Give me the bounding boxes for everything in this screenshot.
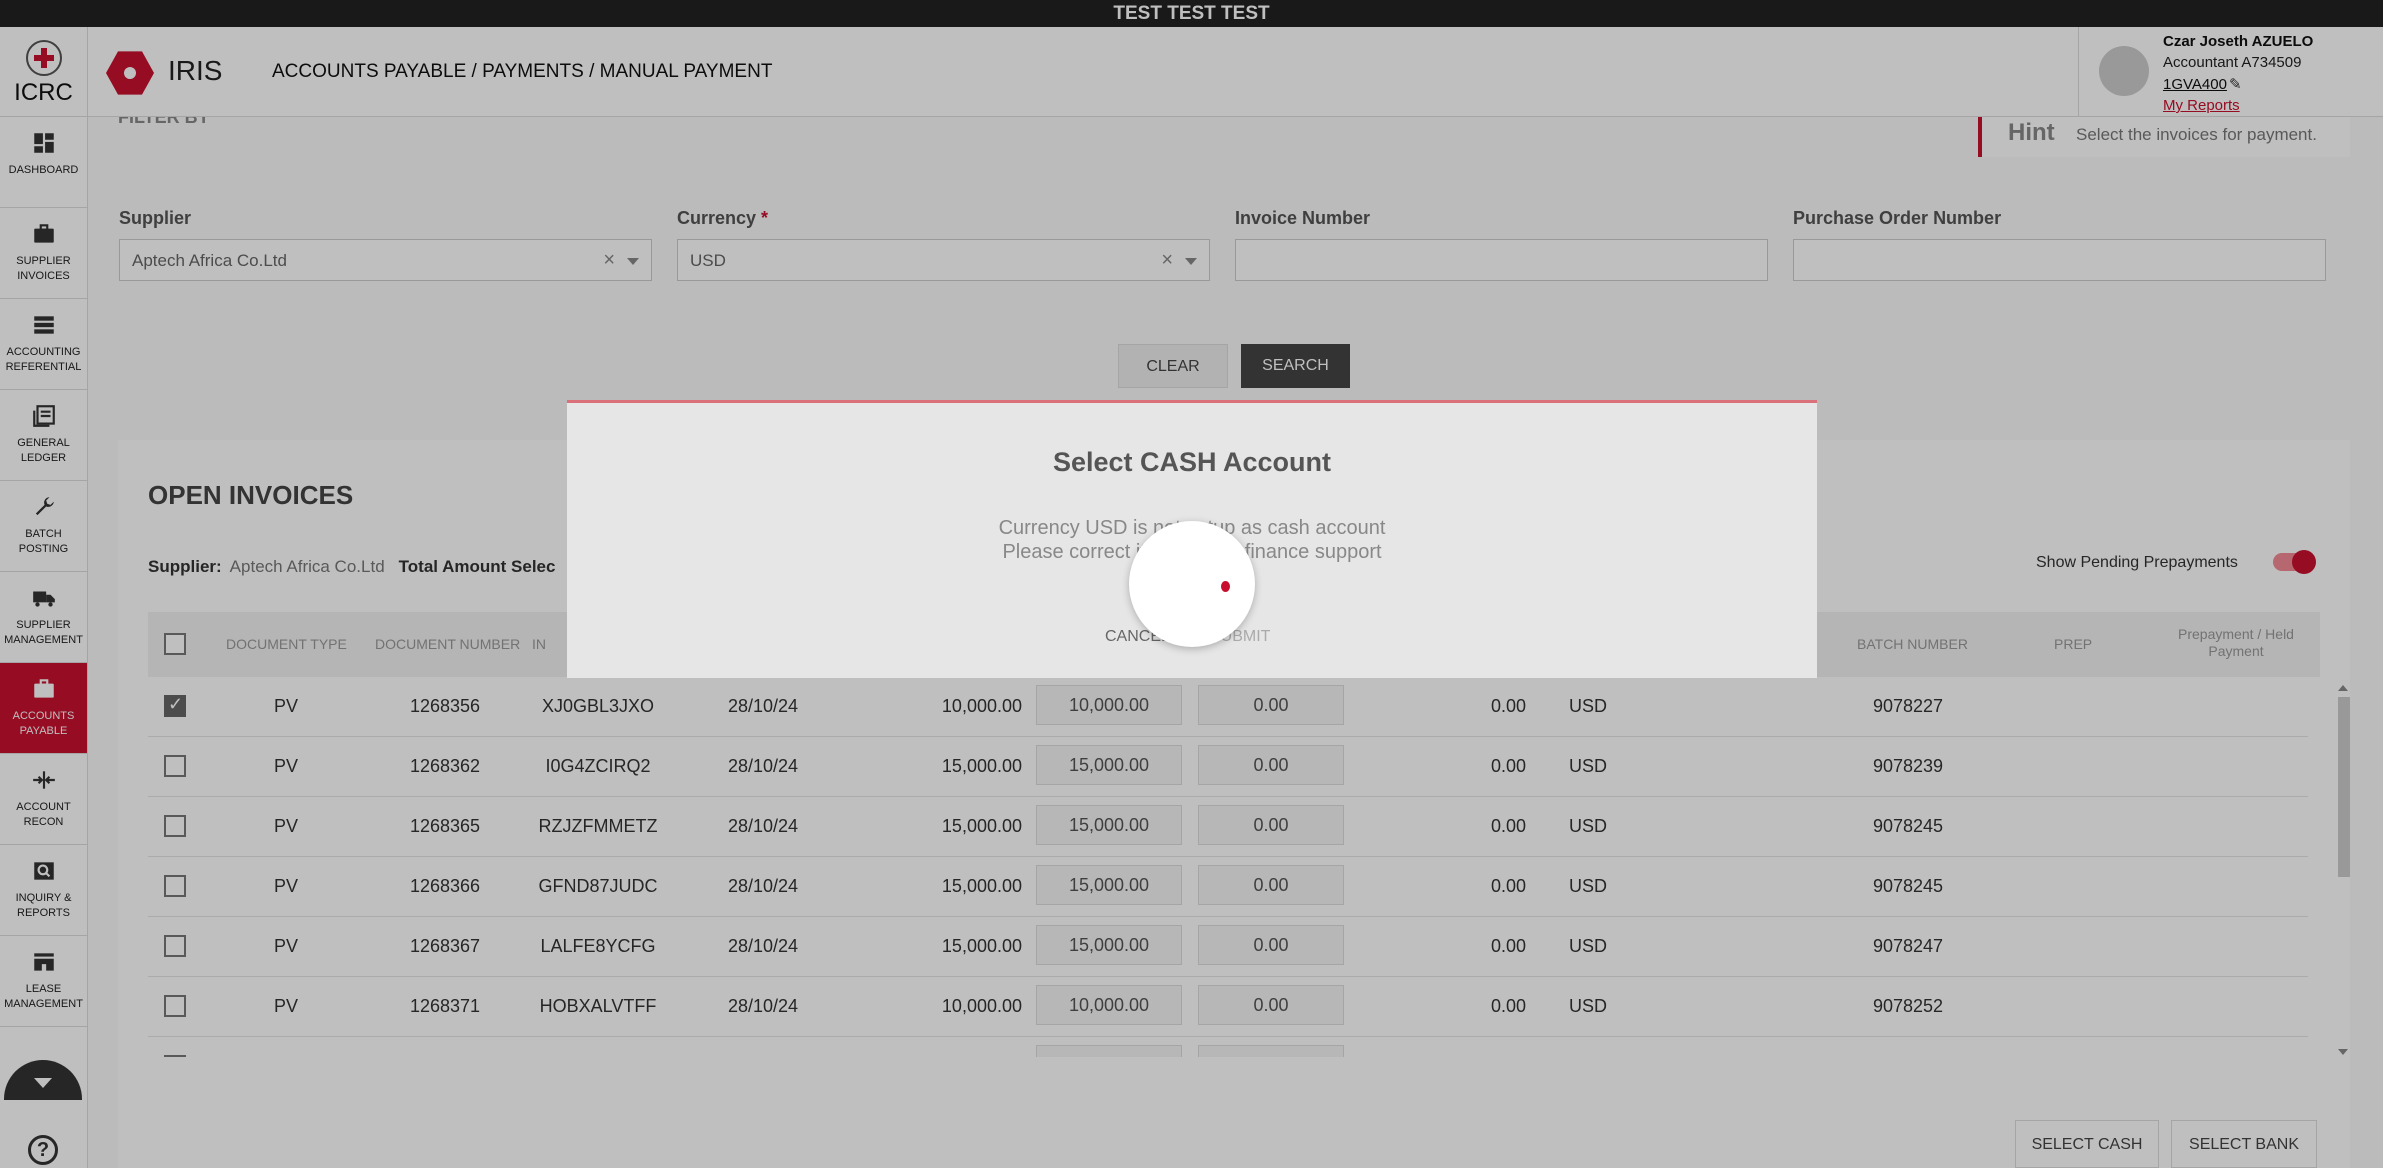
loading-spinner-icon xyxy=(1129,521,1255,647)
dialog-title: Select CASH Account xyxy=(1052,447,1332,477)
